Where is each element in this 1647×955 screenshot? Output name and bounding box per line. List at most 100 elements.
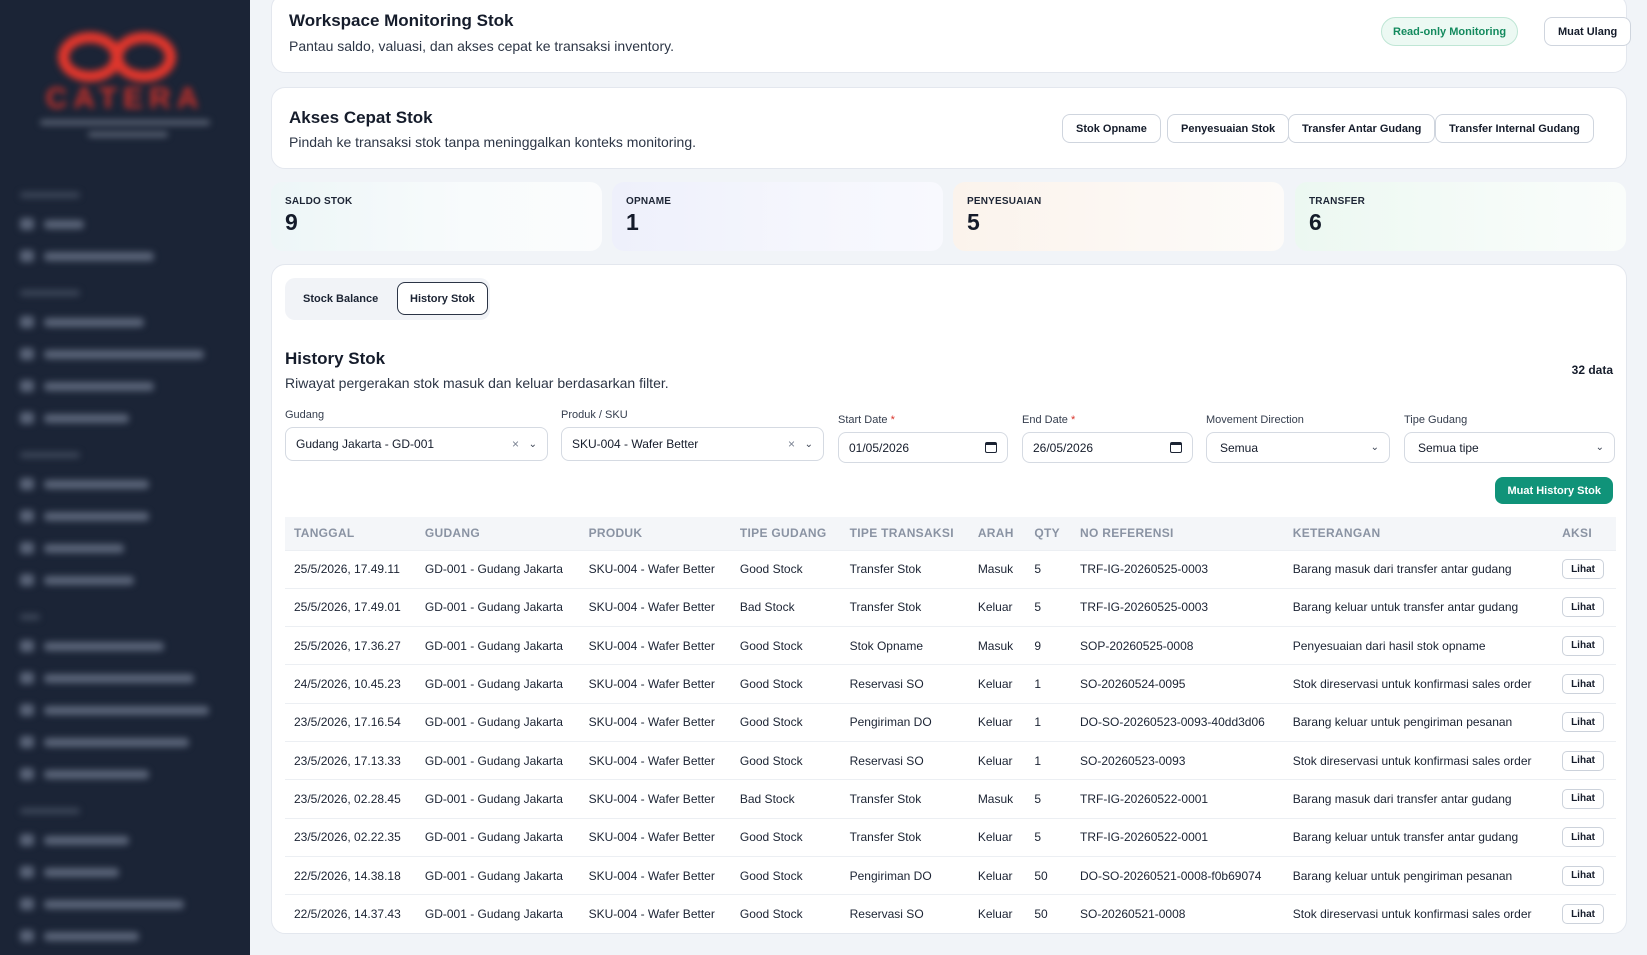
table-cell: Good Stock xyxy=(730,817,841,857)
table-cell: Barang keluar untuk pengiriman pesanan xyxy=(1283,855,1554,895)
column-header: TIPE TRANSAKSI xyxy=(849,526,954,541)
sidebar-item[interactable] xyxy=(20,834,129,846)
table-cell: GD-001 - Gudang Jakarta xyxy=(415,894,580,933)
view-button[interactable]: Lihat xyxy=(1562,559,1604,580)
sidebar-item[interactable] xyxy=(20,930,139,942)
view-button[interactable]: Lihat xyxy=(1562,750,1604,771)
table-cell: 1 xyxy=(1025,740,1072,780)
clear-icon[interactable]: × xyxy=(512,437,519,451)
view-button[interactable]: Lihat xyxy=(1562,865,1604,886)
table-cell: TRF-IG-20260525-0003 xyxy=(1071,587,1284,627)
movement-direction-select[interactable]: Semua ⌄ xyxy=(1206,432,1390,463)
table-cell: TRF-IG-20260522-0001 xyxy=(1071,817,1284,857)
load-history-button[interactable]: Muat History Stok xyxy=(1495,477,1613,504)
penyesuaian-stok-button[interactable]: Penyesuaian Stok xyxy=(1167,114,1290,143)
view-button[interactable]: Lihat xyxy=(1562,788,1604,809)
sidebar-item[interactable] xyxy=(20,316,144,328)
table-cell: Good Stock xyxy=(730,626,841,665)
transfer-antar-gudang-button[interactable]: Transfer Antar Gudang xyxy=(1288,114,1436,143)
quick-access-card: Akses Cepat Stok Pindah ke transaksi sto… xyxy=(271,87,1627,169)
action-cell: Lihat xyxy=(1553,702,1616,742)
table-cell: SKU-004 - Wafer Better xyxy=(579,817,731,857)
calendar-icon[interactable] xyxy=(985,442,997,453)
workspace-header-card: Workspace Monitoring Stok Pantau saldo, … xyxy=(271,0,1632,73)
table-cell: Masuk xyxy=(968,779,1026,819)
sidebar-item[interactable] xyxy=(20,478,149,490)
tab-stock-balance[interactable]: Stock Balance xyxy=(291,282,390,315)
sidebar-item[interactable] xyxy=(20,768,149,780)
table-cell: 1 xyxy=(1025,664,1072,704)
clear-icon[interactable]: × xyxy=(788,437,795,451)
sidebar-item[interactable] xyxy=(20,218,84,230)
table-cell: Stok direservasi untuk konfirmasi sales … xyxy=(1283,664,1554,704)
history-panel: Stock Balance History Stok History Stok … xyxy=(271,264,1627,934)
table-cell: SKU-004 - Wafer Better xyxy=(579,855,731,895)
end-date-input[interactable]: 26/05/2026 xyxy=(1022,432,1193,463)
table-cell: Keluar xyxy=(968,702,1026,742)
quick-access-subtitle: Pindah ke transaksi stok tanpa meninggal… xyxy=(289,134,697,150)
action-cell: Lihat xyxy=(1553,664,1616,704)
sidebar-item[interactable] xyxy=(20,348,204,360)
table-cell: Masuk xyxy=(968,626,1026,665)
action-cell: Lihat xyxy=(1553,740,1616,780)
table-cell: Transfer Stok xyxy=(840,779,969,819)
table-cell: Keluar xyxy=(968,817,1026,857)
view-button[interactable]: Lihat xyxy=(1562,674,1604,695)
table-cell: 23/5/2026, 17.16.54 xyxy=(285,702,416,742)
table-body: 25/5/2026, 17.49.11 GD-001 - Gudang Jakar… xyxy=(285,549,1616,933)
sidebar-item[interactable] xyxy=(20,542,124,554)
view-button[interactable]: Lihat xyxy=(1562,712,1604,733)
sidebar-item[interactable] xyxy=(20,640,164,652)
sidebar-item[interactable] xyxy=(20,574,134,586)
table-cell: Reservasi SO xyxy=(840,894,969,933)
sidebar-item[interactable] xyxy=(20,412,129,424)
tipe-gudang-value: Semua tipe xyxy=(1418,440,1479,455)
tab-history-stok[interactable]: History Stok xyxy=(397,282,488,315)
sidebar-item[interactable] xyxy=(20,704,209,716)
transfer-internal-gudang-button[interactable]: Transfer Internal Gudang xyxy=(1435,114,1594,143)
sidebar-item[interactable] xyxy=(20,672,194,684)
page-title: Workspace Monitoring Stok xyxy=(289,11,514,30)
table-cell: SKU-004 - Wafer Better xyxy=(579,779,731,819)
chevron-down-icon: ⌄ xyxy=(804,438,813,450)
table-row: 23/5/2026, 02.22.35 GD-001 - Gudang Jakar… xyxy=(285,817,1616,857)
column-header: TANGGAL xyxy=(294,526,355,541)
chevron-down-icon: ⌄ xyxy=(528,438,537,450)
table-cell: Transfer Stok xyxy=(840,549,969,589)
column-header: AKSI xyxy=(1562,526,1592,541)
produk-select[interactable]: SKU-004 - Wafer Better × ⌄ xyxy=(561,427,824,461)
start-date-input[interactable]: 01/05/2026 xyxy=(838,432,1008,463)
sidebar-item[interactable] xyxy=(20,380,154,392)
table-row: 23/5/2026, 02.28.45 GD-001 - Gudang Jakar… xyxy=(285,779,1616,819)
sidebar-item[interactable] xyxy=(20,250,154,262)
table-row: 22/5/2026, 14.37.43 GD-001 - Gudang Jakar… xyxy=(285,894,1616,933)
view-button[interactable]: Lihat xyxy=(1562,597,1604,618)
table-cell: Masuk xyxy=(968,549,1026,589)
calendar-icon[interactable] xyxy=(1170,442,1182,453)
table-cell: GD-001 - Gudang Jakarta xyxy=(415,702,580,742)
reload-button[interactable]: Muat Ulang xyxy=(1544,17,1632,46)
movement-direction-label: Movement Direction xyxy=(1206,414,1304,426)
stok-opname-button[interactable]: Stok Opname xyxy=(1062,114,1161,143)
end-date-value: 26/05/2026 xyxy=(1033,440,1094,455)
sidebar-item[interactable] xyxy=(20,510,149,522)
view-button[interactable]: Lihat xyxy=(1562,827,1604,848)
sidebar-item[interactable] xyxy=(20,866,119,878)
table-cell: 5 xyxy=(1025,779,1072,819)
table-cell: 23/5/2026, 17.13.33 xyxy=(285,740,416,780)
table-cell: Stok direservasi untuk konfirmasi sales … xyxy=(1283,740,1554,780)
tipe-gudang-select[interactable]: Semua tipe ⌄ xyxy=(1404,432,1615,463)
gudang-select[interactable]: Gudang Jakarta - GD-001 × ⌄ xyxy=(285,427,548,461)
table-cell: 5 xyxy=(1025,549,1072,589)
sidebar-item[interactable] xyxy=(20,898,184,910)
view-button[interactable]: Lihat xyxy=(1562,635,1604,656)
table-cell: GD-001 - Gudang Jakarta xyxy=(415,817,580,857)
sidebar-item[interactable] xyxy=(20,736,189,748)
view-button[interactable]: Lihat xyxy=(1562,904,1604,925)
stat-value: 9 xyxy=(285,209,298,235)
table-cell: 9 xyxy=(1025,626,1072,665)
table-cell: Pengiriman DO xyxy=(840,702,969,742)
table-cell: 25/5/2026, 17.49.01 xyxy=(285,587,416,627)
table-cell: GD-001 - Gudang Jakarta xyxy=(415,549,580,589)
table-cell: 5 xyxy=(1025,817,1072,857)
